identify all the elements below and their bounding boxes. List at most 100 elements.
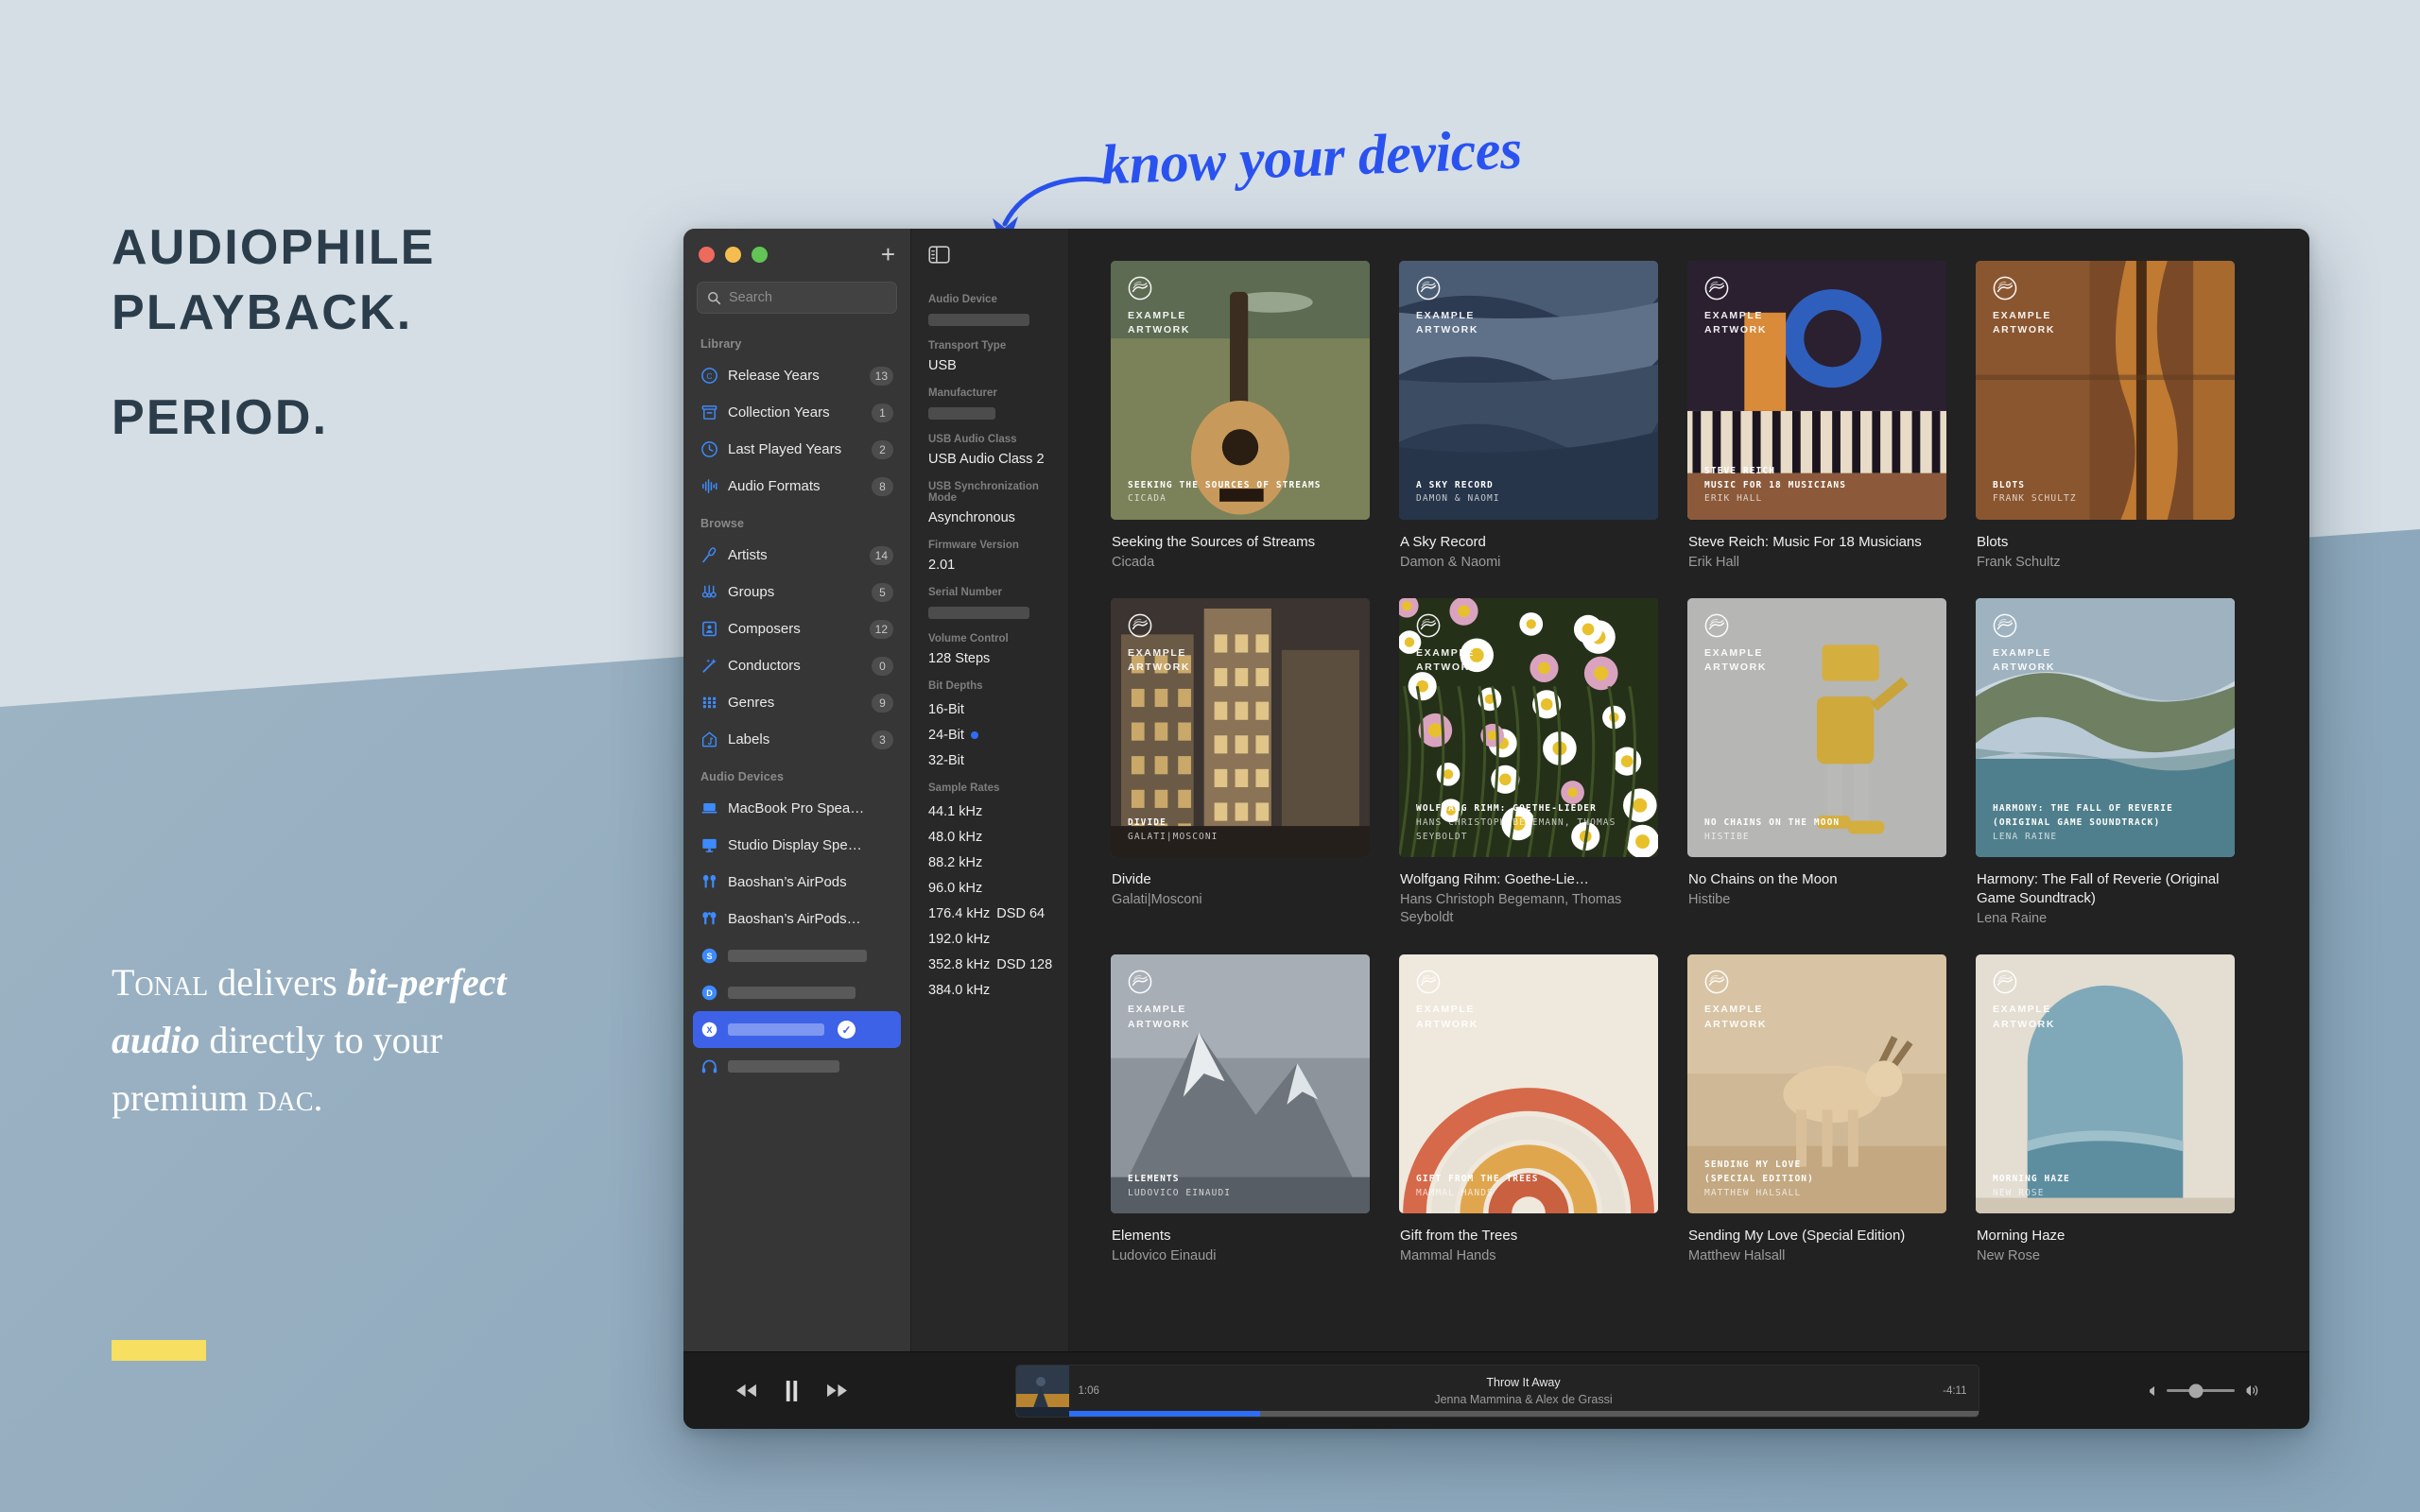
sidebar-item-device-4[interactable]: S [693,937,901,974]
sample-rate-option[interactable]: 176.4 kHz DSD 64 [928,906,1068,921]
volume-low-icon[interactable] [2145,1384,2158,1398]
album-card[interactable]: EXAMPLE ARTWORK A SKY RECORD DAMON & NAOMI A… [1399,261,1658,572]
field-label: Manufacturer [928,387,997,399]
sample-rate-label: 352.8 kHz [928,957,991,972]
artwork-title: DIVIDE [1128,816,1167,828]
new-tab-icon[interactable]: + [881,242,895,266]
pause-icon[interactable] [783,1379,801,1403]
album-artist: Mammal Hands [1400,1248,1496,1264]
album-card[interactable]: EXAMPLE ARTWORK STEVE REICH MUSIC FOR 18 MU… [1687,261,1946,572]
artwork-watermark: EXAMPLE ARTWORK [1128,970,1190,1031]
close-button[interactable] [699,246,715,263]
sidebar-item-count: 3 [872,730,893,749]
artwork-watermark-logo-icon [1993,276,2017,301]
album-artwork[interactable]: EXAMPLE ARTWORK WOLFGANG RIHM: GOETHE-LIED… [1399,598,1658,858]
sidebar-item-genres[interactable]: Genres 9 [693,684,901,721]
album-card[interactable]: EXAMPLE ARTWORK SENDING MY LOVE (SPECIAL ED… [1687,954,1946,1265]
sidebar-item-macbook-pro-spea[interactable]: MacBook Pro Spea… [693,790,901,827]
sidebar-item-device-7[interactable] [693,1048,901,1085]
album-artwork[interactable]: EXAMPLE ARTWORK NO CHAINS ON THE MOON HISTI… [1687,598,1946,858]
search-input[interactable]: Search [697,282,897,314]
sidebar-item-conductors[interactable]: Conductors 0 [693,647,901,684]
sidebar-item-collection-years[interactable]: Collection Years 1 [693,394,901,431]
album-artwork[interactable]: EXAMPLE ARTWORK SENDING MY LOVE (SPECIAL ED… [1687,954,1946,1214]
sidebar-item-device-5[interactable]: D [693,974,901,1011]
artwork-caption: MORNING HAZE NEW ROSE [1993,1173,2221,1200]
sidebar-item-label: Baoshan’s AirPods… [728,911,861,927]
album-artwork[interactable]: EXAMPLE ARTWORK SEEKING THE SOURCES OF STR… [1111,261,1370,520]
zoom-button[interactable] [752,246,768,263]
copyright-icon: C [700,367,718,385]
sidebar-item-studio-display-spe[interactable]: Studio Display Spe… [693,827,901,864]
sample-rate-option[interactable]: 192.0 kHz [928,932,1068,947]
volume-slider[interactable] [2167,1383,2235,1398]
sidebar-item-device-6[interactable]: X ✓ [693,1011,901,1048]
player-bar: 1:06 Throw It Away Jenna Mammina & Alex … [683,1351,2309,1429]
elapsed-time: 1:06 [1078,1384,1099,1397]
laptop-icon [700,799,718,817]
archive-box-icon [700,404,718,421]
now-playing-info: 1:06 Throw It Away Jenna Mammina & Alex … [1069,1366,1979,1417]
sidebar-item-baoshan-s-airpods[interactable]: Baoshan’s AirPods [693,864,901,901]
album-card[interactable]: EXAMPLE ARTWORK GIFT FROM THE TREES MAMMAL … [1399,954,1658,1265]
bit-depth-option[interactable]: 16-Bit [928,702,1068,717]
album-meta: Gift from the Trees Mammal Hands [1399,1213,1658,1265]
sidebar-item-audio-formats[interactable]: Audio Formats 8 [693,468,901,505]
sidebar-item-labels[interactable]: Labels 3 [693,721,901,758]
album-artwork[interactable]: EXAMPLE ARTWORK A SKY RECORD DAMON & NAOMI [1399,261,1658,520]
sidebar-item-artists[interactable]: Artists 14 [693,537,901,574]
artwork-watermark: EXAMPLE ARTWORK [1128,613,1190,675]
artwork-title: SENDING MY LOVE [1704,1160,1802,1171]
album-card[interactable]: EXAMPLE ARTWORK HARMONY: THE FALL OF REVER… [1976,598,2235,928]
album-card[interactable]: EXAMPLE ARTWORK WOLFGANG RIHM: GOETHE-LIED… [1399,598,1658,928]
artwork-watermark: EXAMPLE ARTWORK [1704,970,1767,1031]
progress-bar[interactable] [1068,1410,1979,1417]
waveform-icon [702,479,717,493]
sample-rate-label: 96.0 kHz [928,881,983,896]
person-frame-icon [702,621,717,637]
dsd-label: DSD 128 [996,957,1053,972]
album-artwork[interactable]: EXAMPLE ARTWORK DIVIDE GALATI|MOSCONI [1111,598,1370,858]
bit-depth-option[interactable]: 24-Bit [928,728,1068,743]
sample-rate-option[interactable]: 44.1 kHz [928,804,1068,819]
album-artwork[interactable]: EXAMPLE ARTWORK STEVE REICH MUSIC FOR 18 MU… [1687,261,1946,520]
sample-rate-option[interactable]: 352.8 kHz DSD 128 [928,957,1068,972]
sidebar-toggle-icon[interactable] [928,245,950,264]
album-artwork[interactable]: EXAMPLE ARTWORK MORNING HAZE NEW ROSE [1976,954,2235,1214]
volume-control[interactable] [2145,1383,2260,1398]
sidebar-item-release-years[interactable]: C Release Years 13 [693,357,901,394]
field-value: USB Audio Class 2 [928,452,1045,467]
active-indicator-icon [970,731,978,739]
bit-depth-option[interactable]: 32-Bit [928,753,1068,768]
album-card[interactable]: EXAMPLE ARTWORK NO CHAINS ON THE MOON HISTI… [1687,598,1946,928]
svg-text:X: X [706,1025,712,1035]
artwork-artist: DAMON & NAOMI [1416,493,1500,505]
body-text-1: delivers [208,961,347,1004]
sidebar-item-count: 9 [872,693,893,713]
sidebar-item-groups[interactable]: Groups 5 [693,574,901,610]
album-artwork[interactable]: EXAMPLE ARTWORK GIFT FROM THE TREES MAMMAL … [1399,954,1658,1214]
sidebar-item-composers[interactable]: Composers 12 [693,610,901,647]
album-card[interactable]: EXAMPLE ARTWORK SEEKING THE SOURCES OF STR… [1111,261,1370,572]
album-card[interactable]: EXAMPLE ARTWORK DIVIDE GALATI|MOSCONI Divide… [1111,598,1370,928]
album-card[interactable]: EXAMPLE ARTWORK BLOTS FRANK SCHULTZ Blots Fra… [1976,261,2235,572]
sample-rate-option[interactable]: 48.0 kHz [928,830,1068,845]
previous-icon[interactable] [735,1382,758,1400]
album-artwork[interactable]: EXAMPLE ARTWORK HARMONY: THE FALL OF REVER… [1976,598,2235,858]
display-icon [702,838,717,852]
now-playing-panel[interactable]: 1:06 Throw It Away Jenna Mammina & Alex … [1014,1364,1979,1418]
sidebar-item-baoshan-s-airpods[interactable]: Baoshan’s AirPods… [693,901,901,937]
sample-rate-option[interactable]: 96.0 kHz [928,881,1068,896]
album-card[interactable]: EXAMPLE ARTWORK ELEMENTS LUDOVICO EINAUDI El… [1111,954,1370,1265]
sample-rate-option[interactable]: 88.2 kHz [928,855,1068,870]
volume-high-icon[interactable] [2243,1383,2260,1398]
volume-knob[interactable] [2188,1383,2204,1398]
sidebar-item-last-played-years[interactable]: Last Played Years 2 [693,431,901,468]
next-icon[interactable] [825,1382,849,1400]
artwork-watermark: EXAMPLE ARTWORK [1416,276,1478,337]
album-artwork[interactable]: EXAMPLE ARTWORK BLOTS FRANK SCHULTZ [1976,261,2235,520]
album-artwork[interactable]: EXAMPLE ARTWORK ELEMENTS LUDOVICO EINAUDI [1111,954,1370,1214]
sample-rate-option[interactable]: 384.0 kHz [928,983,1068,998]
minimize-button[interactable] [725,246,741,263]
album-card[interactable]: EXAMPLE ARTWORK MORNING HAZE NEW ROSE Mornin… [1976,954,2235,1265]
